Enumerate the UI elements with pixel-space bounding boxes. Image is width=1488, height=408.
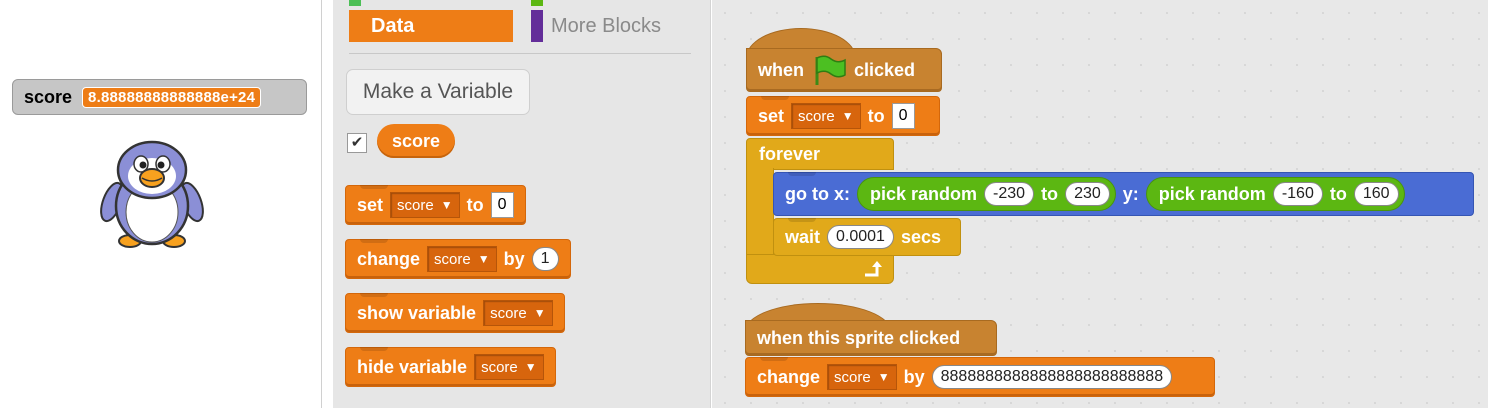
y-min-input[interactable]: -160 [1272, 182, 1323, 206]
dropdown-value: score [397, 196, 434, 214]
dropdown-arrow-icon: ▼ [524, 360, 537, 374]
stage[interactable]: score 8.88888888888888e+24 [0, 0, 322, 408]
dropdown-value: score [798, 107, 835, 125]
change-value-input[interactable]: 1 [531, 247, 559, 271]
y-max-input[interactable]: 160 [1353, 182, 1399, 206]
loop-arrow-icon [865, 261, 882, 277]
to-label: to [1041, 183, 1059, 204]
wait-value-input[interactable]: 0.0001 [827, 225, 894, 249]
palette-hide-variable-block[interactable]: hide variable score ▼ [345, 347, 556, 387]
forever-block[interactable]: forever [746, 138, 894, 170]
dropdown-arrow-icon: ▼ [533, 306, 546, 320]
dropdown-arrow-icon: ▼ [841, 109, 854, 123]
block-palette: Data More Blocks Make a Variable ✔ score… [333, 0, 711, 408]
wait-block[interactable]: wait 0.0001 secs [773, 218, 961, 256]
forever-arm [746, 168, 774, 256]
set-value-input[interactable]: 0 [490, 192, 514, 218]
set-score-block[interactable]: set score ▼ to 0 [746, 96, 940, 136]
variable-monitor[interactable]: score 8.88888888888888e+24 [12, 79, 307, 115]
show-variable-label: show variable [357, 302, 477, 323]
to-label: to [1329, 183, 1347, 204]
by-label: by [903, 366, 925, 387]
to-label: to [867, 105, 885, 126]
dropdown-arrow-icon: ▼ [440, 198, 453, 212]
forever-label: forever [759, 144, 821, 164]
forever-foot [746, 254, 894, 284]
make-variable-button[interactable]: Make a Variable [346, 69, 530, 115]
scripts-area[interactable]: when clicked set score ▼ to 0 forever go … [712, 0, 1488, 408]
change-value-input[interactable]: 8888888888888888888888888 [931, 365, 1173, 389]
pick-random-label: pick random [1158, 183, 1266, 204]
change-label: change [757, 366, 821, 387]
variable-dropdown[interactable]: score ▼ [390, 192, 460, 218]
dropdown-arrow-icon: ▼ [877, 370, 890, 384]
monitor-value: 8.88888888888888e+24 [82, 86, 262, 108]
category-more-blocks-label: More Blocks [551, 14, 662, 37]
variable-dropdown[interactable]: score ▼ [483, 300, 553, 326]
secs-label: secs [900, 226, 941, 247]
checkmark-icon: ✔ [350, 134, 364, 151]
variable-dropdown[interactable]: score ▼ [827, 364, 897, 390]
change-score-block[interactable]: change score ▼ by 88888888888888888888888… [745, 357, 1215, 397]
pick-random-x-reporter[interactable]: pick random -230 to 230 [857, 177, 1116, 211]
category-stub-operators[interactable] [531, 0, 543, 6]
palette-show-variable-block[interactable]: show variable score ▼ [345, 293, 565, 333]
dropdown-arrow-icon: ▼ [477, 252, 490, 266]
change-label: change [357, 248, 421, 269]
go-to-x-label: go to x: [785, 183, 850, 204]
clicked-label: clicked [854, 59, 916, 80]
variable-reporter-score[interactable]: score [377, 124, 455, 158]
variable-dropdown[interactable]: score ▼ [427, 246, 497, 272]
variable-dropdown[interactable]: score ▼ [791, 103, 861, 129]
when-sprite-clicked-label: when this sprite clicked [757, 327, 961, 348]
pick-random-label: pick random [870, 183, 978, 204]
green-flag-icon [815, 55, 846, 85]
x-max-input[interactable]: 230 [1065, 182, 1110, 206]
when-label: when [758, 59, 805, 80]
when-sprite-clicked-hat[interactable]: when this sprite clicked [745, 320, 997, 356]
go-to-xy-block[interactable]: go to x: pick random -230 to 230 y: pick… [773, 172, 1474, 216]
monitor-label: score [24, 86, 73, 107]
dropdown-value: score [481, 358, 518, 376]
variable-checkbox[interactable]: ✔ [347, 133, 367, 153]
palette-change-block[interactable]: change score ▼ by 1 [345, 239, 571, 279]
pick-random-y-reporter[interactable]: pick random -160 to 160 [1145, 177, 1405, 211]
to-label: to [466, 194, 484, 215]
by-label: by [503, 248, 525, 269]
variable-dropdown[interactable]: score ▼ [474, 354, 544, 380]
palette-set-block[interactable]: set score ▼ to 0 [345, 185, 526, 225]
category-data[interactable]: Data [349, 10, 513, 42]
penguin-sprite[interactable] [100, 138, 204, 253]
palette-divider [349, 53, 691, 54]
category-color-bar [531, 10, 543, 42]
set-label: set [758, 105, 785, 126]
dropdown-value: score [434, 250, 471, 268]
dropdown-value: score [490, 304, 527, 322]
dropdown-value: score [834, 368, 871, 386]
category-stub-green[interactable] [349, 0, 361, 6]
when-flag-clicked-hat[interactable]: when clicked [746, 48, 942, 92]
hide-variable-label: hide variable [357, 356, 468, 377]
x-min-input[interactable]: -230 [984, 182, 1035, 206]
set-value-input[interactable]: 0 [891, 103, 915, 129]
y-label: y: [1122, 183, 1139, 204]
set-label: set [357, 194, 384, 215]
category-more-blocks[interactable]: More Blocks [531, 10, 661, 42]
wait-label: wait [785, 226, 821, 247]
